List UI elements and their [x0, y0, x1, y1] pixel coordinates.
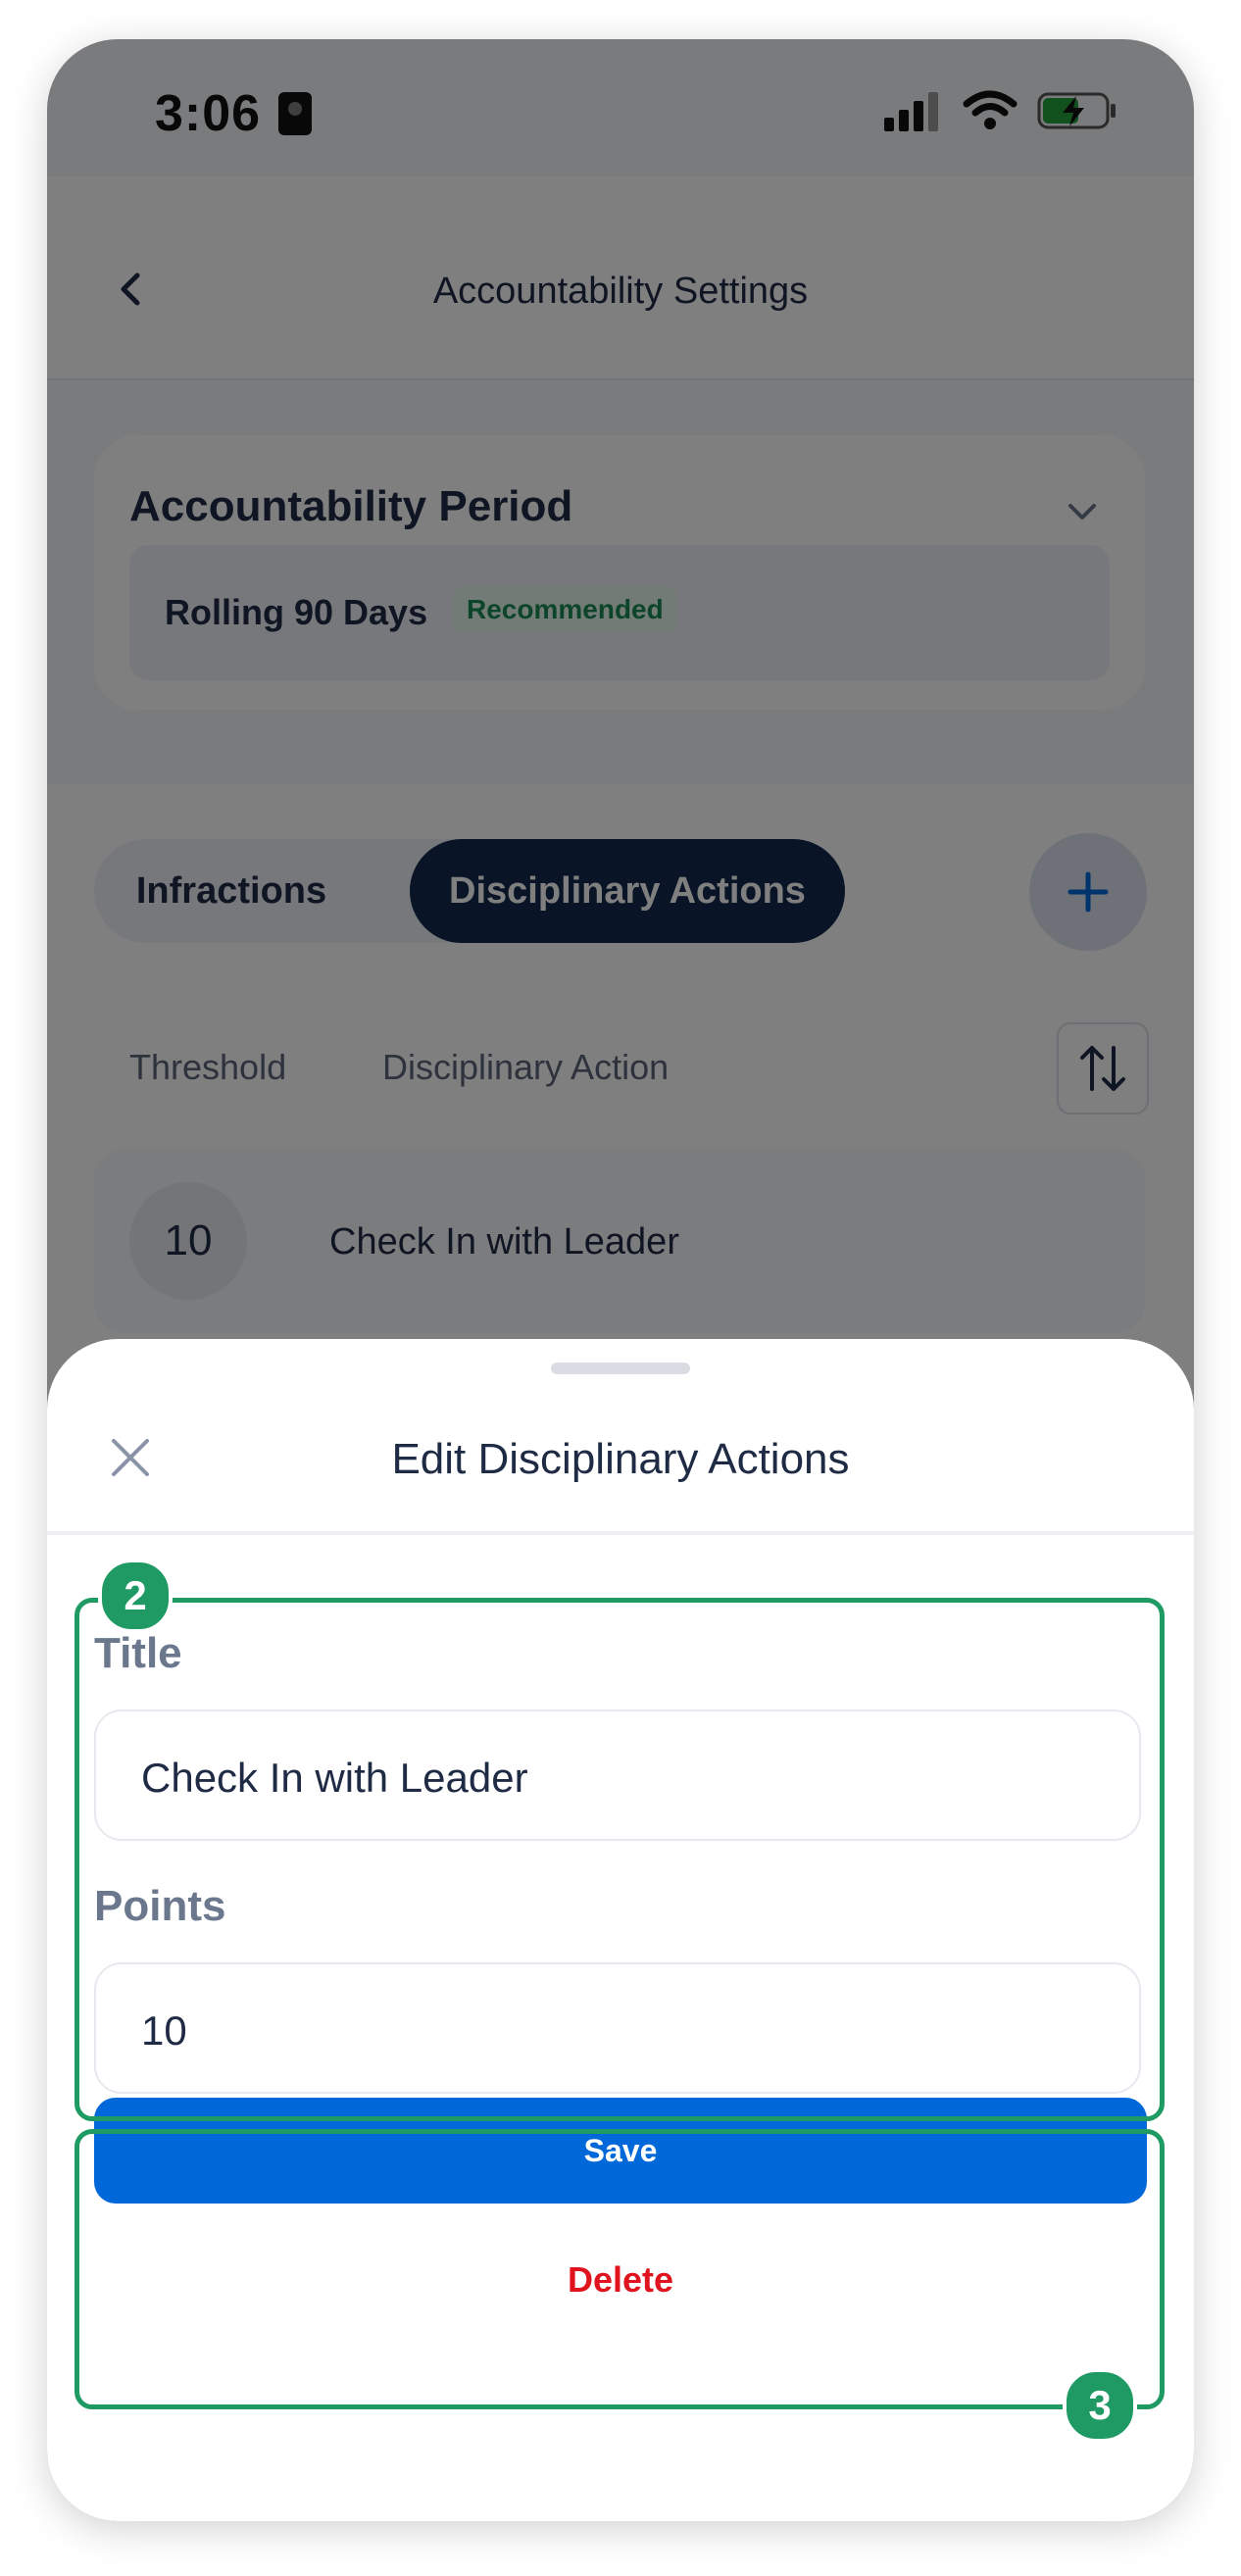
- sheet-title: Edit Disciplinary Actions: [391, 1435, 850, 1483]
- annotation-number-3: 3: [1063, 2368, 1137, 2443]
- annotation-box-buttons: [74, 2129, 1165, 2409]
- sheet-divider: [47, 1531, 1194, 1535]
- sheet-grabber[interactable]: [551, 1362, 690, 1374]
- edit-bottom-sheet: Edit Disciplinary Actions Title Check In…: [47, 1339, 1194, 2521]
- annotation-number-2: 2: [98, 1559, 173, 1633]
- phone-screen: 3:06 Accountability Settings Account: [47, 39, 1194, 2521]
- annotation-box-fields: [74, 1598, 1165, 2121]
